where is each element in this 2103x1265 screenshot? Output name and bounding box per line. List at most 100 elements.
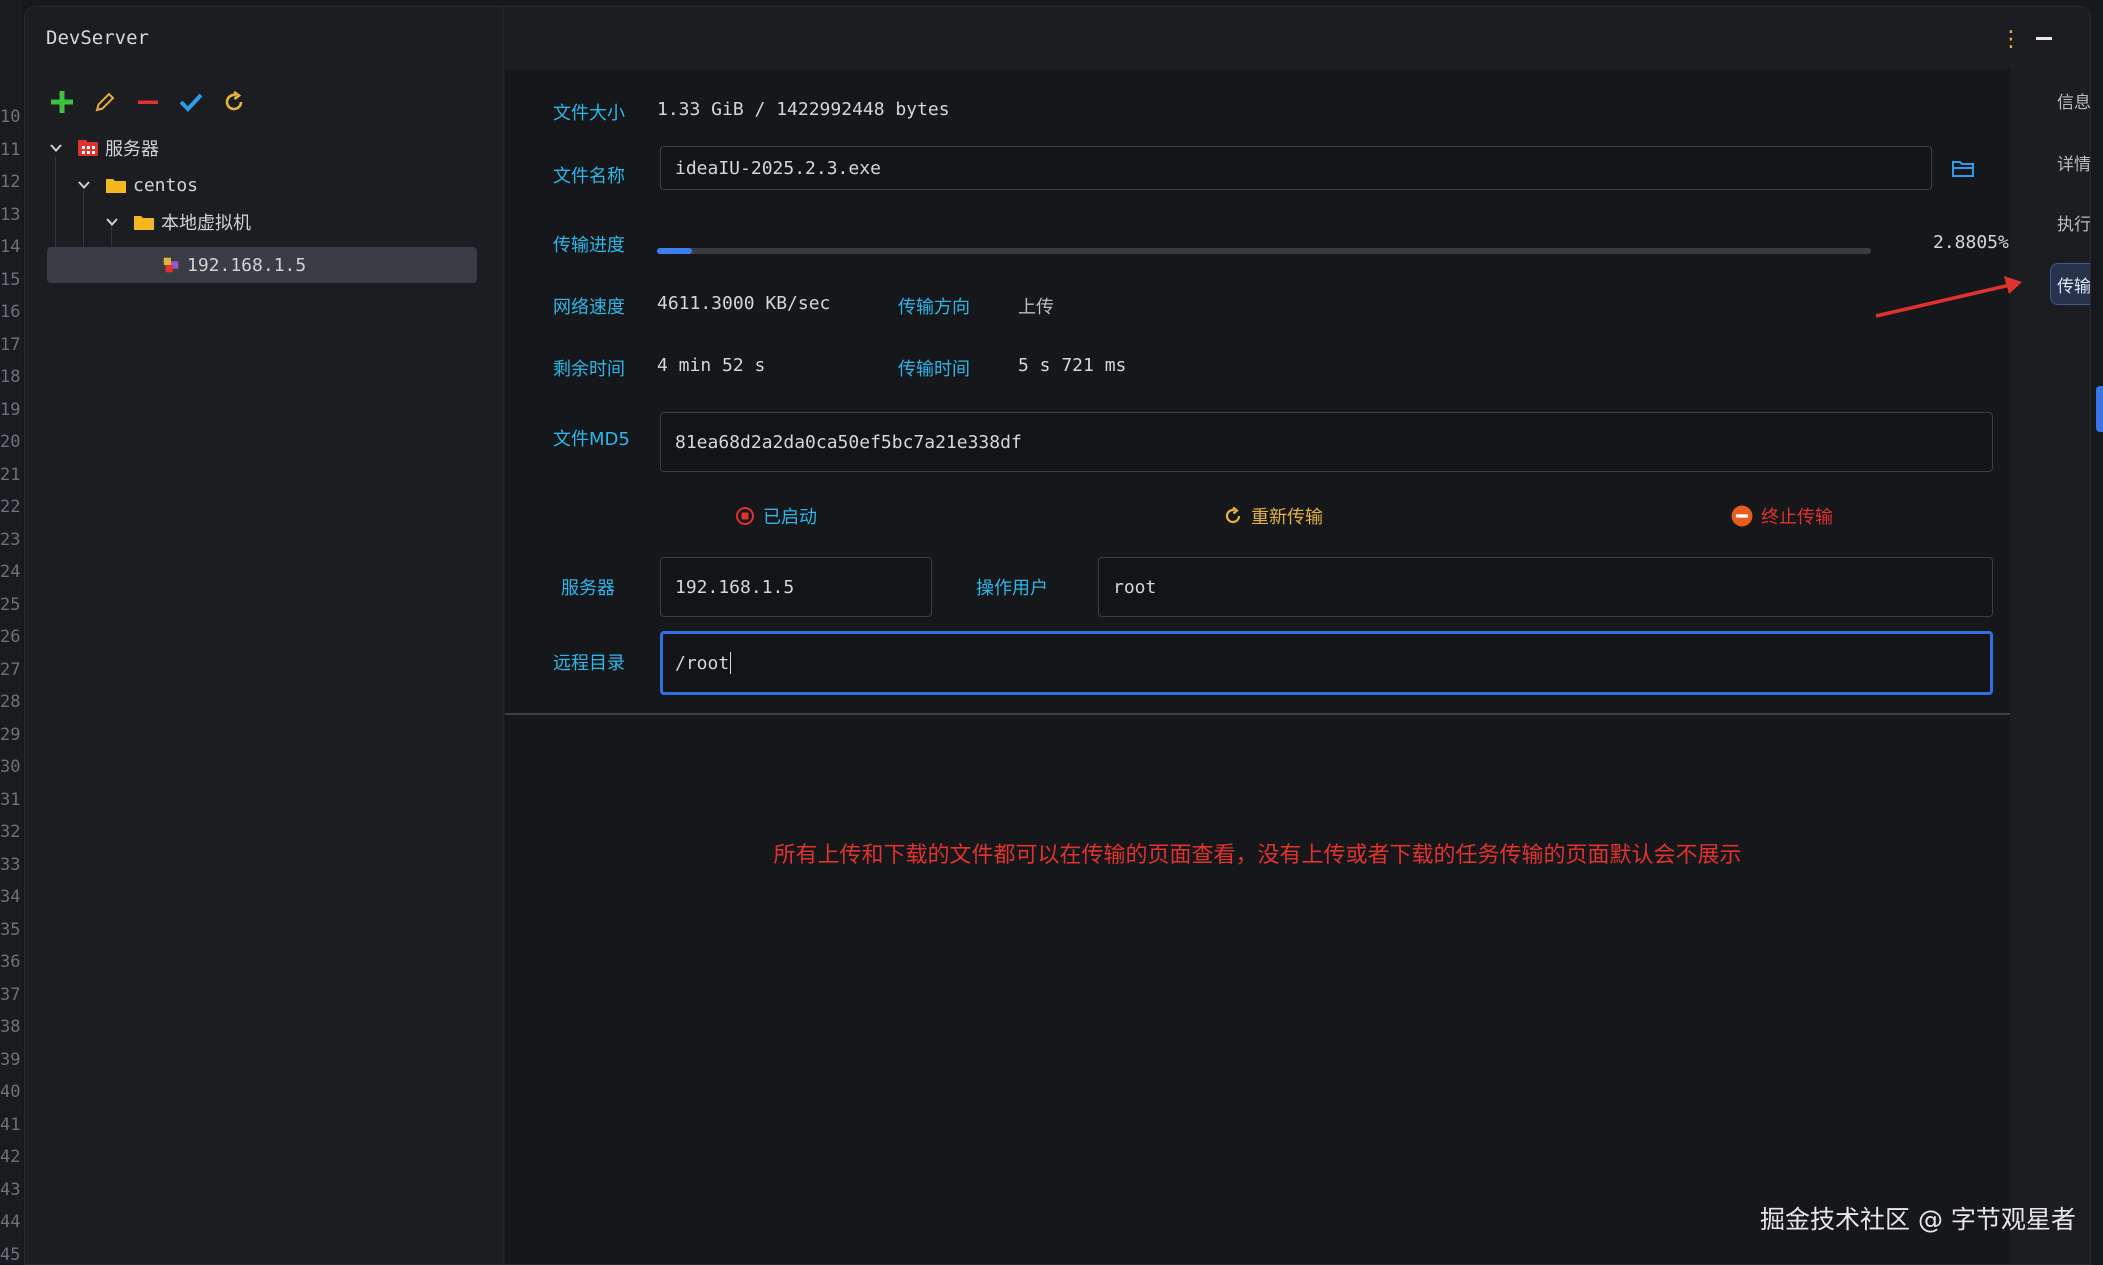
gutter-line-number: 42 — [0, 1147, 21, 1167]
chevron-down-icon[interactable] — [77, 178, 91, 192]
plus-icon[interactable] — [47, 87, 76, 116]
folder-icon — [106, 179, 126, 193]
pencil-icon[interactable] — [90, 87, 119, 116]
direction-value: 上传 — [1018, 297, 1054, 318]
minimize-icon[interactable] — [2036, 37, 2052, 40]
tree-node-label: 本地虚拟机 — [161, 213, 251, 234]
gutter-line-number: 30 — [0, 757, 21, 777]
gutter-line-number: 31 — [0, 789, 21, 810]
gutter-line-number: 18 — [0, 367, 21, 387]
chevron-down-icon[interactable] — [105, 215, 119, 229]
gutter-line-number: 33 — [0, 854, 21, 875]
section-separator — [505, 713, 2010, 715]
gutter-line-number: 16 — [0, 302, 21, 322]
gutter-line-number: 15 — [0, 269, 21, 290]
md5-label: 文件MD5 — [553, 429, 630, 450]
gutter-line-number: 28 — [0, 692, 21, 712]
tree-node-label: centos — [133, 174, 199, 196]
watermark: 掘金技术社区 @ 字节观星者 — [1760, 1205, 2076, 1234]
gutter-line-number: 10 — [0, 107, 21, 127]
server-label: 服务器 — [561, 578, 615, 599]
editor-gutter: 10 11 12 13 14 15 16 17 18 19 20 21 22 23 24 25 26 27 28 29… — [0, 0, 22, 1265]
remaining-value: 4 min 52 s — [657, 355, 766, 376]
direction-label: 传输方向 — [898, 297, 970, 318]
tree-node-centos[interactable]: centos — [77, 168, 198, 202]
gutter-line-number: 36 — [0, 952, 21, 972]
speed-label: 网络速度 — [553, 297, 625, 318]
progress-label: 传输进度 — [553, 235, 625, 256]
terminate-button[interactable]: 终止传输 — [1731, 503, 1833, 529]
text-cursor — [730, 652, 732, 674]
gutter-line-number: 34 — [0, 887, 21, 907]
user-label: 操作用户 — [976, 578, 1048, 599]
refresh-icon — [1225, 506, 1241, 524]
window-title: DevServer — [46, 27, 149, 49]
retransmit-label: 重新传输 — [1251, 507, 1323, 528]
stop-circle-icon — [736, 507, 754, 525]
gutter-line-number: 13 — [0, 204, 21, 225]
server-tree-panel: 服务器 centos 本地虚拟机 192.168.1.5 — [25, 77, 503, 1264]
tree-node-root[interactable]: 服务器 — [49, 131, 159, 165]
gutter-line-number: 19 — [0, 399, 21, 420]
server-field[interactable]: 192.168.1.5 — [660, 557, 932, 617]
remaining-label: 剩余时间 — [553, 359, 625, 380]
remote-dir-value: /root — [675, 652, 730, 674]
host-icon — [163, 257, 179, 273]
speed-value: 4611.3000 KB/sec — [657, 293, 831, 314]
started-status-button[interactable]: 已启动 — [735, 503, 817, 529]
annotation-note: 所有上传和下载的文件都可以在传输的页面查看，没有上传或者下载的任务传输的页面默认… — [773, 843, 1742, 868]
gutter-line-number: 14 — [0, 237, 21, 257]
chevron-down-icon[interactable] — [49, 141, 63, 155]
minus-icon[interactable] — [133, 87, 162, 116]
gutter-line-number: 21 — [0, 464, 21, 485]
panel-divider — [503, 7, 504, 1264]
server-group-icon — [78, 140, 98, 156]
gutter-line-number: 38 — [0, 1017, 21, 1037]
tree-node-label: 192.168.1.5 — [187, 254, 307, 276]
md5-field[interactable]: 81ea68d2a2da0ca50ef5bc7a21e338df — [660, 412, 1993, 472]
terminate-label: 终止传输 — [1761, 507, 1833, 528]
elapsed-label: 传输时间 — [898, 359, 970, 380]
transfer-progress-bar — [657, 248, 1871, 254]
tree-node-local-vm[interactable]: 本地虚拟机 — [105, 205, 251, 239]
gutter-line-number: 23 — [0, 529, 21, 550]
devserver-window: DevServer ⋮ 服务器 centos 本地虚拟机 192.168.1.5… — [24, 6, 2091, 1265]
folder-open-icon[interactable] — [1951, 159, 1975, 179]
gutter-line-number: 12 — [0, 172, 21, 192]
started-label: 已启动 — [763, 507, 817, 528]
gutter-line-number: 20 — [0, 432, 21, 452]
gutter-line-number: 43 — [0, 1179, 21, 1200]
remote-dir-label: 远程目录 — [553, 653, 625, 674]
gutter-line-number: 29 — [0, 724, 21, 745]
user-value: root — [1113, 576, 1157, 598]
retransmit-button[interactable]: 重新传输 — [1223, 503, 1323, 529]
check-icon[interactable] — [176, 87, 205, 116]
tab-details[interactable]: 详情 — [2050, 141, 2090, 183]
gutter-line-number: 24 — [0, 562, 21, 582]
gutter-line-number: 32 — [0, 822, 21, 842]
tab-transfer[interactable]: 传输 — [2050, 263, 2090, 305]
tab-info[interactable]: 信息 — [2050, 79, 2090, 121]
tree-node-host[interactable]: 192.168.1.5 — [161, 248, 306, 282]
progress-percent: 2.8805% — [1933, 232, 2009, 253]
transfer-panel: 文件大小 1.33 GiB / 1422992448 bytes 文件名称 id… — [505, 69, 2010, 1264]
tab-execute[interactable]: 执行 — [2050, 201, 2090, 243]
gutter-line-number: 39 — [0, 1049, 21, 1070]
progress-fill — [657, 248, 692, 254]
refresh-icon[interactable] — [219, 87, 248, 116]
file-name-field[interactable]: ideaIU-2025.2.3.exe — [660, 146, 1932, 190]
more-vertical-icon[interactable]: ⋮ — [2000, 27, 2022, 52]
gutter-line-number: 37 — [0, 984, 21, 1005]
edge-handle[interactable] — [2096, 386, 2103, 432]
elapsed-value: 5 s 721 ms — [1018, 355, 1127, 376]
file-name-value: ideaIU-2025.2.3.exe — [675, 157, 881, 179]
user-field[interactable]: root — [1098, 557, 1993, 617]
server-value: 192.168.1.5 — [675, 576, 795, 598]
remote-dir-input[interactable]: /root — [660, 631, 1993, 695]
file-size-label: 文件大小 — [553, 103, 625, 124]
tree-toolbar — [47, 87, 248, 116]
minus-circle-icon — [1731, 505, 1753, 527]
folder-icon — [134, 216, 154, 230]
gutter-line-number: 40 — [0, 1082, 21, 1102]
gutter-line-number: 26 — [0, 627, 21, 647]
